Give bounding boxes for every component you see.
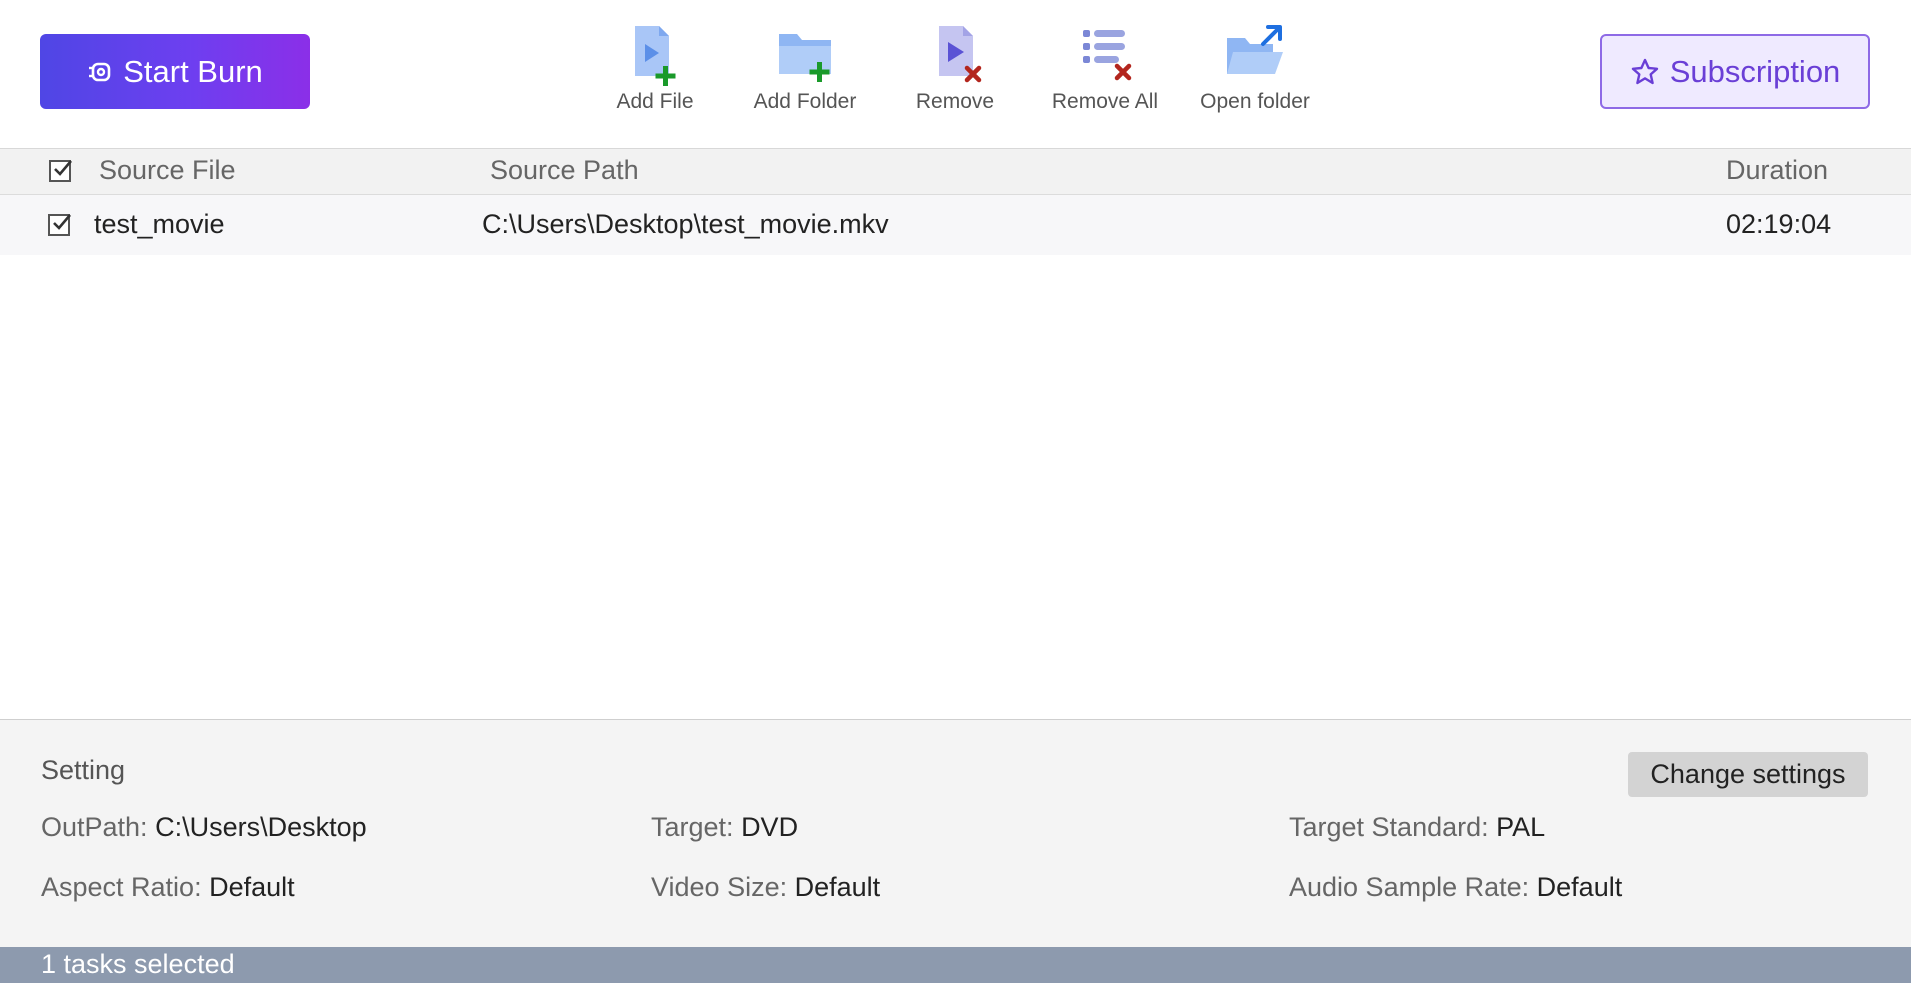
select-all-checkbox[interactable]: [49, 160, 72, 182]
remove-all-icon: [1083, 30, 1132, 81]
remove-all-button[interactable]: Remove All: [1040, 22, 1170, 122]
add-folder-button[interactable]: Add Folder: [740, 22, 870, 122]
add-folder-label: Add Folder: [753, 90, 857, 113]
target-standard-label: Target Standard:: [1289, 812, 1489, 842]
target-field: Target: DVD: [651, 812, 798, 843]
remove-all-label: Remove All: [1051, 90, 1159, 113]
audio-sample-rate-label: Audio Sample Rate:: [1289, 872, 1530, 902]
audio-sample-rate-value: Default: [1536, 872, 1623, 902]
table-row[interactable]: test_movie C:\Users\Desktop\test_movie.m…: [0, 195, 1911, 255]
audio-sample-rate-field: Audio Sample Rate: Default: [1289, 872, 1622, 903]
aspect-ratio-field: Aspect Ratio: Default: [41, 872, 295, 903]
column-header-source-file[interactable]: Source File: [99, 155, 236, 186]
column-header-source-path[interactable]: Source Path: [490, 155, 639, 186]
status-bar: 1 tasks selected: [0, 947, 1911, 983]
open-folder-label: Open folder: [1200, 90, 1310, 113]
aspect-ratio-value: Default: [209, 872, 295, 902]
target-standard-field: Target Standard: PAL: [1289, 812, 1545, 843]
target-label: Target:: [651, 812, 734, 842]
checkbox-icon: [53, 214, 71, 230]
add-file-button[interactable]: Add File: [590, 22, 720, 122]
checkbox-icon: [54, 160, 72, 176]
add-file-icon: [635, 26, 676, 86]
open-folder-icon: [1227, 25, 1283, 74]
settings-panel: Setting Change settings OutPath: C:\User…: [0, 719, 1911, 948]
row-checkbox[interactable]: [48, 214, 71, 236]
remove-button[interactable]: Remove: [890, 22, 1020, 122]
row-source-file: test_movie: [94, 209, 225, 239]
outpath-value: C:\Users\Desktop: [155, 812, 367, 842]
outpath-field: OutPath: C:\Users\Desktop: [41, 812, 367, 843]
outpath-label: OutPath:: [41, 812, 148, 842]
video-size-field: Video Size: Default: [651, 872, 880, 903]
status-text: 1 tasks selected: [41, 949, 235, 979]
column-header-duration[interactable]: Duration: [1726, 155, 1828, 186]
remove-label: Remove: [915, 90, 995, 113]
add-file-label: Add File: [616, 90, 694, 113]
star-icon: [1631, 58, 1658, 84]
change-settings-button[interactable]: Change settings: [1628, 752, 1868, 797]
start-burn-button[interactable]: Start Burn: [40, 34, 310, 109]
target-value: DVD: [741, 812, 799, 842]
start-burn-label: Start Burn: [123, 53, 263, 89]
video-size-value: Default: [794, 872, 881, 902]
row-duration: 02:19:04: [1726, 209, 1832, 239]
target-standard-value: PAL: [1496, 812, 1546, 842]
row-source-path: C:\Users\Desktop\test_movie.mkv: [482, 209, 889, 239]
aspect-ratio-label: Aspect Ratio:: [41, 872, 202, 902]
open-folder-button[interactable]: Open folder: [1190, 22, 1320, 122]
remove-icon: [939, 26, 982, 83]
toolbar: Start Burn Add File Add Folder Remove Re…: [0, 0, 1911, 149]
file-table-header: Source File Source Path Duration: [0, 149, 1911, 195]
subscription-label: Subscription: [1669, 53, 1841, 89]
subscription-button[interactable]: Subscription: [1600, 34, 1870, 109]
burn-icon: [89, 62, 111, 81]
add-folder-icon: [779, 34, 831, 82]
settings-title: Setting: [41, 755, 126, 785]
video-size-label: Video Size:: [651, 872, 788, 902]
